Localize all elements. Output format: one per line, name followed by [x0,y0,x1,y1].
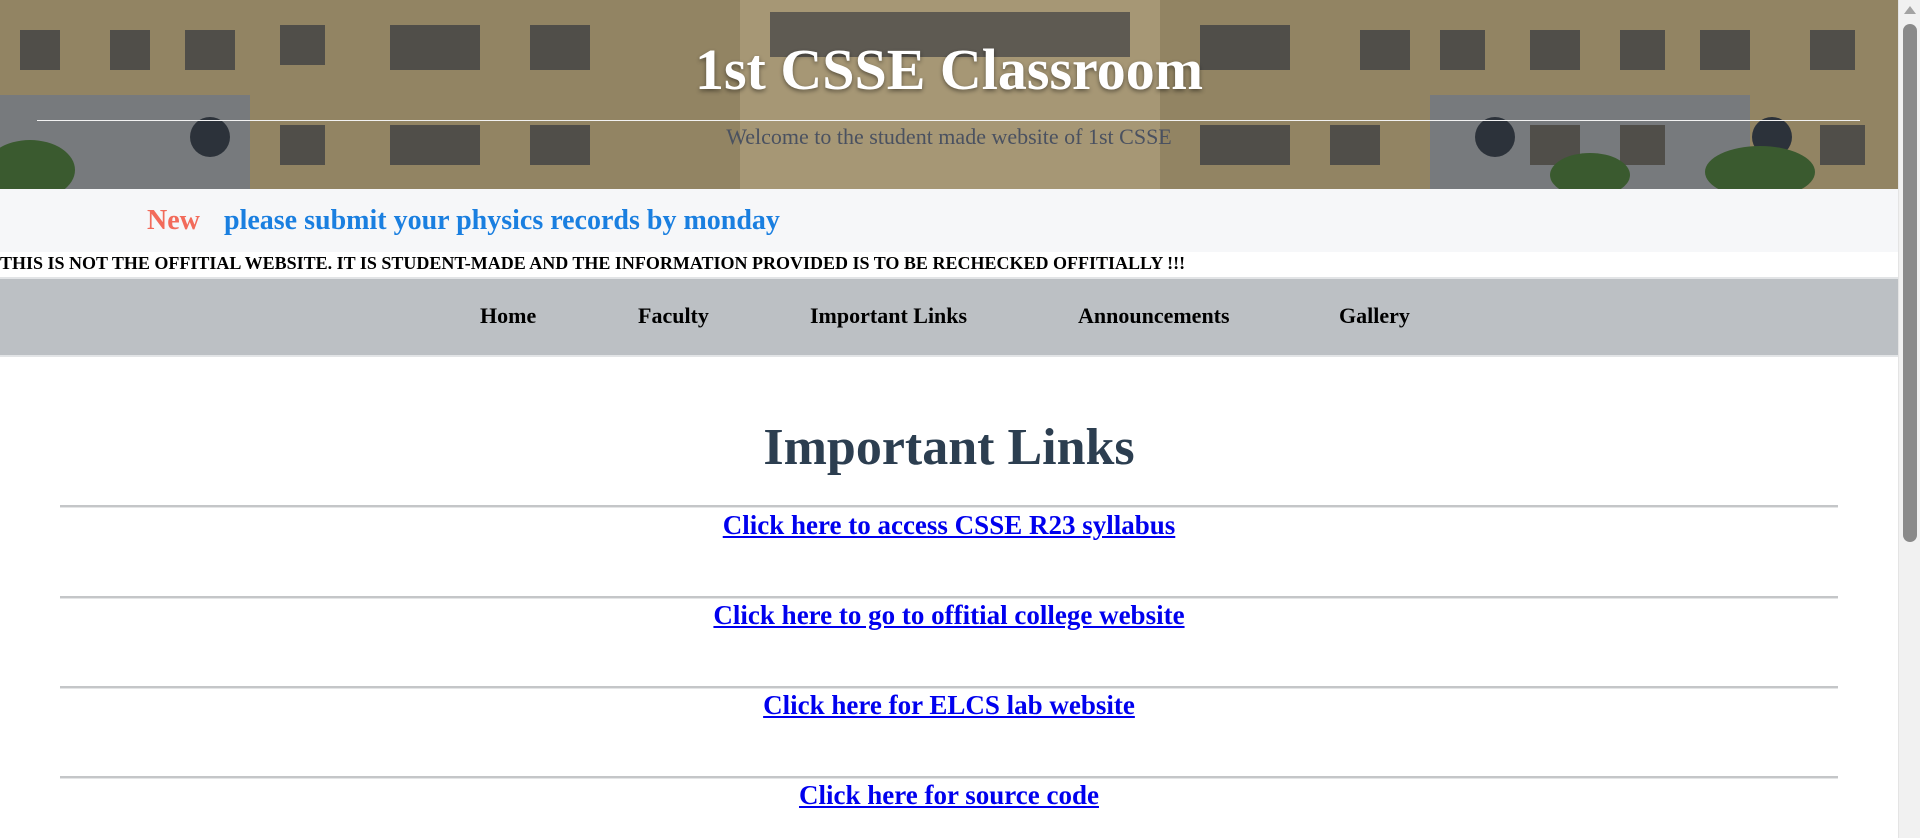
title-divider [37,120,1860,121]
announcement-text: please submit your physics records by mo… [224,205,780,236]
link-csse-r23-syllabus[interactable]: Click here to access CSSE R23 syllabus [0,510,1898,541]
divider [60,505,1838,508]
site-subtitle: Welcome to the student made website of 1… [726,124,1172,149]
link-elcs-lab-website[interactable]: Click here for ELCS lab website [0,690,1898,721]
nav-item-important-links[interactable]: Important Links [810,303,967,329]
nav-item-gallery[interactable]: Gallery [1339,303,1410,329]
nav-item-announcements[interactable]: Announcements [1078,303,1230,329]
scroll-thumb[interactable] [1903,24,1917,542]
link-college-website[interactable]: Click here to go to offitial college web… [0,600,1898,631]
announcement-bar: New please submit your physics records b… [0,189,1898,252]
header-banner: 1st CSSE Classroom Welcome to the studen… [0,0,1898,189]
nav-bar: Home Faculty Important Links Announcemen… [0,277,1898,357]
page-title: Important Links [763,419,1135,476]
nav-item-faculty[interactable]: Faculty [638,303,709,329]
divider [60,686,1838,689]
new-badge: New [147,205,200,236]
divider [60,596,1838,599]
link-source-code[interactable]: Click here for source code [0,780,1898,811]
scroll-up-arrow-icon[interactable] [1904,6,1916,14]
disclaimer-text: THIS IS NOT THE OFFITIAL WEBSITE. IT IS … [0,253,1186,273]
site-title: 1st CSSE Classroom [694,37,1204,102]
page: 1st CSSE Classroom Welcome to the studen… [0,0,1920,838]
nav-item-home[interactable]: Home [480,303,536,329]
divider [60,776,1838,779]
scrollbar[interactable] [1898,0,1920,838]
